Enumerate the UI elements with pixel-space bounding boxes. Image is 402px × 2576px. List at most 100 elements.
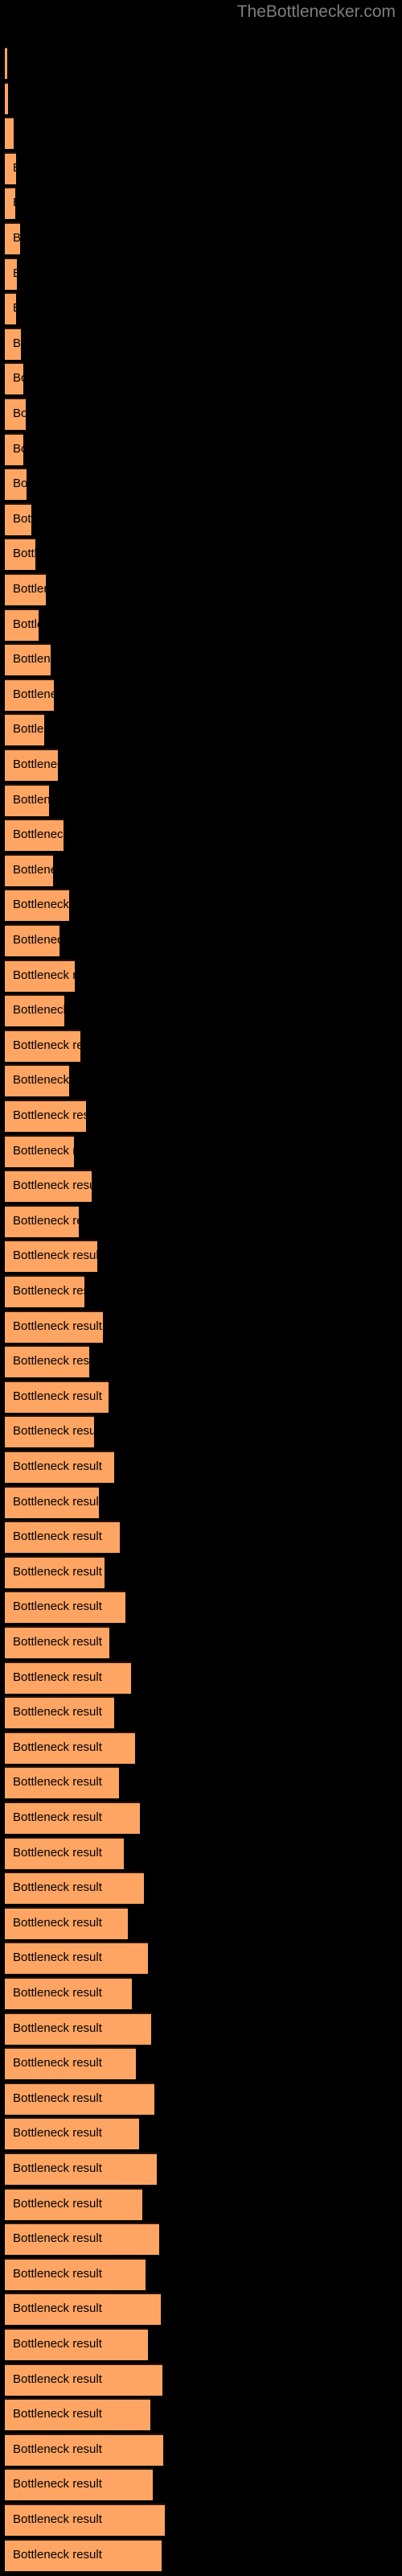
bar[interactable] bbox=[5, 1521, 120, 1554]
bar-clip: Bottleneck result bbox=[5, 1696, 114, 1729]
bar-clip: Bottleneck result bbox=[5, 1240, 97, 1273]
bar-clip: Bottleneck result bbox=[5, 819, 64, 852]
bar[interactable] bbox=[5, 643, 51, 676]
bar[interactable] bbox=[5, 1310, 103, 1343]
bar[interactable] bbox=[5, 1696, 114, 1729]
bar-clip: Bottleneck result bbox=[5, 2153, 157, 2185]
bar[interactable] bbox=[5, 1380, 109, 1413]
bar-clip: Bottleneck result bbox=[5, 1275, 84, 1307]
bar[interactable] bbox=[5, 608, 39, 641]
bar[interactable] bbox=[5, 81, 8, 114]
bar[interactable] bbox=[5, 1170, 92, 1203]
bar[interactable] bbox=[5, 1591, 125, 1624]
bar[interactable] bbox=[5, 1275, 84, 1307]
bar[interactable] bbox=[5, 151, 16, 184]
bar-clip: Bottleneck result bbox=[5, 1310, 103, 1343]
bar[interactable] bbox=[5, 1240, 97, 1273]
bar[interactable] bbox=[5, 468, 27, 501]
bar[interactable] bbox=[5, 1661, 131, 1694]
bar[interactable] bbox=[5, 1415, 94, 1448]
bar-clip: Bottleneck result bbox=[5, 2187, 142, 2220]
bar-clip: Bottleneck result bbox=[5, 292, 16, 325]
bar-clip: Bottleneck result bbox=[5, 327, 21, 360]
bar[interactable] bbox=[5, 853, 53, 886]
bar[interactable] bbox=[5, 1485, 99, 1518]
bar-clip: Bottleneck result bbox=[5, 853, 53, 886]
bar[interactable] bbox=[5, 2047, 136, 2080]
bar[interactable] bbox=[5, 1977, 132, 2009]
bar-clip: Bottleneck result bbox=[5, 1451, 114, 1483]
bar[interactable] bbox=[5, 1942, 148, 1975]
bar[interactable] bbox=[5, 2257, 146, 2290]
bar-clip: Bottleneck result bbox=[5, 398, 26, 430]
bar[interactable] bbox=[5, 2082, 154, 2115]
bar[interactable] bbox=[5, 994, 64, 1027]
bar[interactable] bbox=[5, 678, 54, 711]
bar[interactable] bbox=[5, 502, 31, 535]
bar[interactable] bbox=[5, 2328, 148, 2360]
bar[interactable] bbox=[5, 2363, 162, 2396]
bar[interactable] bbox=[5, 1906, 128, 1939]
bar[interactable] bbox=[5, 2117, 139, 2150]
bar[interactable] bbox=[5, 2468, 153, 2501]
bar-clip: Bottleneck result bbox=[5, 502, 31, 535]
bar-clip: Bottleneck result bbox=[5, 2468, 153, 2501]
bar[interactable] bbox=[5, 713, 44, 746]
bar[interactable] bbox=[5, 257, 17, 290]
bar[interactable] bbox=[5, 2293, 161, 2326]
bar[interactable] bbox=[5, 2538, 162, 2571]
bar-clip: Bottleneck result bbox=[5, 924, 59, 956]
bar[interactable] bbox=[5, 2223, 159, 2256]
bar[interactable] bbox=[5, 2433, 163, 2466]
bar-chart-plot-area: Bottleneck resultBottleneck resultBottle… bbox=[0, 0, 402, 2576]
bar[interactable] bbox=[5, 1134, 74, 1167]
bar[interactable] bbox=[5, 292, 16, 325]
bar[interactable] bbox=[5, 117, 14, 150]
bar[interactable] bbox=[5, 1345, 89, 1378]
bar[interactable] bbox=[5, 432, 23, 465]
bar[interactable] bbox=[5, 1064, 69, 1097]
bar[interactable] bbox=[5, 1100, 86, 1132]
bar[interactable] bbox=[5, 538, 35, 571]
bar[interactable] bbox=[5, 1872, 144, 1905]
bar[interactable] bbox=[5, 1555, 105, 1588]
bar-clip: Bottleneck result bbox=[5, 1977, 132, 2009]
bar[interactable] bbox=[5, 1626, 109, 1658]
bar[interactable] bbox=[5, 749, 58, 781]
bar[interactable] bbox=[5, 2153, 157, 2185]
bar-clip: Bottleneck result bbox=[5, 2082, 154, 2115]
bar[interactable] bbox=[5, 1029, 80, 1062]
bar[interactable] bbox=[5, 2504, 165, 2536]
bar-clip: Bottleneck result bbox=[5, 257, 17, 290]
bar[interactable] bbox=[5, 47, 7, 79]
bar[interactable] bbox=[5, 924, 59, 956]
bar[interactable] bbox=[5, 362, 23, 395]
bar[interactable] bbox=[5, 573, 46, 605]
bar[interactable] bbox=[5, 2398, 150, 2431]
bar[interactable] bbox=[5, 1451, 114, 1483]
bar-clip: Bottleneck result bbox=[5, 1626, 109, 1658]
bar-clip: Bottleneck result bbox=[5, 222, 20, 254]
bar[interactable] bbox=[5, 222, 20, 254]
bar[interactable] bbox=[5, 187, 15, 220]
bar-clip: Bottleneck result bbox=[5, 2398, 150, 2431]
bar[interactable] bbox=[5, 1802, 140, 1834]
bar[interactable] bbox=[5, 2187, 142, 2220]
bar[interactable] bbox=[5, 398, 26, 430]
bar[interactable] bbox=[5, 2012, 151, 2045]
bar[interactable] bbox=[5, 819, 64, 852]
bar[interactable] bbox=[5, 1731, 135, 1764]
bar[interactable] bbox=[5, 1766, 119, 1799]
bar-clip: Bottleneck result bbox=[5, 608, 39, 641]
bar[interactable] bbox=[5, 889, 69, 922]
bar-clip: Bottleneck result bbox=[5, 1345, 89, 1378]
bar-clip: Bottleneck result bbox=[5, 713, 44, 746]
bar[interactable] bbox=[5, 1204, 79, 1237]
bar[interactable] bbox=[5, 327, 21, 360]
bar[interactable] bbox=[5, 959, 75, 992]
bar-clip: Bottleneck result bbox=[5, 2047, 136, 2080]
bar[interactable] bbox=[5, 1836, 124, 1869]
bar-clip: Bottleneck result bbox=[5, 1591, 125, 1624]
bar[interactable] bbox=[5, 783, 49, 816]
bar-clip: Bottleneck result bbox=[5, 2433, 163, 2466]
